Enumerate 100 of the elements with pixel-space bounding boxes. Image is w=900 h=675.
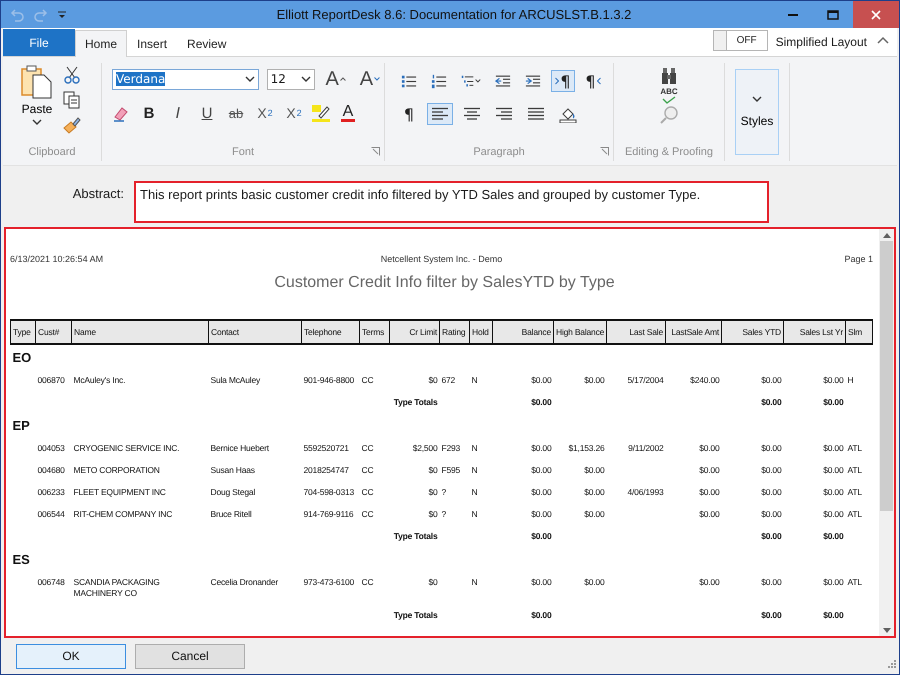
- chevron-down-icon: [32, 119, 42, 125]
- paste-button[interactable]: Paste: [17, 63, 57, 143]
- format-painter-icon[interactable]: [63, 116, 81, 134]
- table-cell-text: $0.00: [822, 374, 844, 387]
- column-header: Sales Lst Yr: [784, 320, 846, 344]
- group-heading: EP: [12, 418, 30, 432]
- table-cell-text: $0.00: [760, 374, 782, 387]
- column-header: Name: [72, 320, 208, 344]
- table-cell-text: N: [470, 508, 478, 521]
- table-cell-text: Susan Haas: [210, 464, 256, 477]
- customize-menu-icon[interactable]: [57, 10, 67, 20]
- table-cell-text: $0.00: [760, 464, 782, 477]
- table-cell-text: $0.00: [530, 486, 552, 499]
- font-color-button[interactable]: A: [336, 102, 360, 124]
- underline-button[interactable]: U: [195, 102, 219, 124]
- table-cell-text: McAuley's Inc.: [72, 374, 126, 387]
- company-name: Netcellent System Inc. - Demo: [380, 253, 502, 265]
- scroll-up-icon[interactable]: [882, 232, 890, 238]
- shrink-font-button[interactable]: A: [356, 68, 384, 90]
- table-cell-text: H: [846, 374, 854, 387]
- dialog-launcher-icon[interactable]: [371, 147, 380, 156]
- left-to-right-button[interactable]: ¶: [551, 70, 575, 92]
- font-name-field[interactable]: Verdana: [112, 68, 259, 90]
- table-cell-text: ATL: [846, 442, 863, 455]
- pilcrow-button[interactable]: ¶: [397, 103, 421, 125]
- table-cell-text: ?: [440, 508, 448, 521]
- table-cell-text: $0.00: [583, 464, 606, 477]
- right-to-left-button[interactable]: ¶: [581, 70, 605, 92]
- table-cell-text: CC: [360, 508, 374, 521]
- bold-button[interactable]: B: [137, 102, 161, 124]
- table-cell-text: $1,153.26: [567, 442, 606, 455]
- close-icon: [871, 10, 881, 20]
- ok-button[interactable]: OK: [16, 644, 126, 668]
- table-cell-text: N: [470, 374, 478, 387]
- layout-toggle[interactable]: OFF: [712, 30, 768, 51]
- multilevel-list-icon: [461, 72, 481, 90]
- scroll-thumb[interactable]: [880, 241, 893, 511]
- table-cell-text: N: [470, 442, 478, 455]
- table-cell-text: $0.00: [698, 576, 720, 589]
- dialog-launcher-icon[interactable]: [600, 147, 609, 156]
- ribbon-tab[interactable]: Review: [177, 30, 236, 56]
- close-button[interactable]: [853, 1, 899, 28]
- font-size-field[interactable]: 12: [266, 68, 316, 90]
- group-heading: EO: [12, 350, 32, 364]
- total-cell-text: $0.00: [760, 530, 782, 543]
- table-cell-text: 006870: [36, 374, 66, 387]
- clipboard-icon: [21, 65, 53, 99]
- table-cell-text: $0.00: [530, 442, 552, 455]
- column-header: Cr Limit: [390, 320, 440, 344]
- superscript-button[interactable]: X$^{2}$: [282, 102, 306, 124]
- table-cell-text: ?: [440, 486, 448, 499]
- table-cell-text: CC: [360, 486, 374, 499]
- spelling-button[interactable]: ABC: [660, 87, 678, 104]
- table-cell-text: $0: [427, 464, 438, 477]
- abstract-field[interactable]: This report prints basic customer credit info filtered by YTD Sales and grouped by customer Type.: [134, 181, 769, 223]
- table-cell-text: $0.00: [698, 486, 720, 499]
- collapse-ribbon-icon[interactable]: [877, 36, 889, 44]
- table-cell-text: $0.00: [583, 508, 606, 521]
- copy-icon[interactable]: [63, 91, 81, 109]
- scrollbar[interactable]: [879, 229, 894, 636]
- chevron-down-icon: [752, 96, 762, 102]
- paint-bucket-icon: [559, 106, 577, 122]
- caret-up-icon: [340, 77, 346, 81]
- table-cell-text: $0.00: [760, 576, 782, 589]
- column-header: Slm: [846, 320, 872, 344]
- table-cell-text: 006544: [36, 508, 66, 521]
- ribbon-tab[interactable]: Home: [75, 30, 128, 57]
- ribbon-tab[interactable]: Insert: [127, 30, 178, 56]
- column-header: Hold: [470, 320, 492, 344]
- grow-font-button[interactable]: A: [321, 68, 350, 90]
- group-label: Editing & Proofing: [624, 145, 714, 160]
- scroll-down-icon[interactable]: [882, 628, 890, 632]
- table-cell-text: ATL: [846, 576, 863, 589]
- table-cell-text: 4/06/1993: [626, 486, 664, 499]
- table-cell-text: 5/17/2004: [626, 374, 664, 387]
- minimize-icon: [788, 14, 798, 16]
- table-cell-text: Doug Stegal: [210, 486, 256, 499]
- scissors-icon[interactable]: [63, 66, 81, 84]
- styles-button[interactable]: Styles: [735, 69, 779, 155]
- table-cell-text: $0.00: [760, 508, 782, 521]
- table-cell-text: 006233: [36, 486, 66, 499]
- cancel-button[interactable]: Cancel: [135, 644, 245, 668]
- binoculars-icon[interactable]: [660, 67, 678, 85]
- table-cell-text: $0: [427, 486, 438, 499]
- column-header: Last Sale: [606, 320, 666, 344]
- italic-button[interactable]: I: [166, 102, 190, 124]
- table-cell-text: $0.00: [698, 464, 720, 477]
- table-cell-text: $0.00: [530, 576, 552, 589]
- highlighter-icon[interactable]: [311, 104, 331, 122]
- totals-label: Type Totals: [392, 530, 438, 543]
- align-left-button[interactable]: [427, 103, 453, 125]
- strikethrough-button[interactable]: ab: [224, 102, 248, 124]
- table-cell-text: $0.00: [530, 374, 552, 387]
- table-cell-text: $0.00: [530, 508, 552, 521]
- table-cell-text: F595: [440, 464, 462, 477]
- file-tab[interactable]: File: [3, 29, 75, 56]
- table-cell-text: ATL: [846, 508, 863, 521]
- table-cell-text: N: [470, 464, 478, 477]
- table-cell-text: 5592520721: [302, 442, 350, 455]
- table-cell-text: $0.00: [583, 374, 606, 387]
